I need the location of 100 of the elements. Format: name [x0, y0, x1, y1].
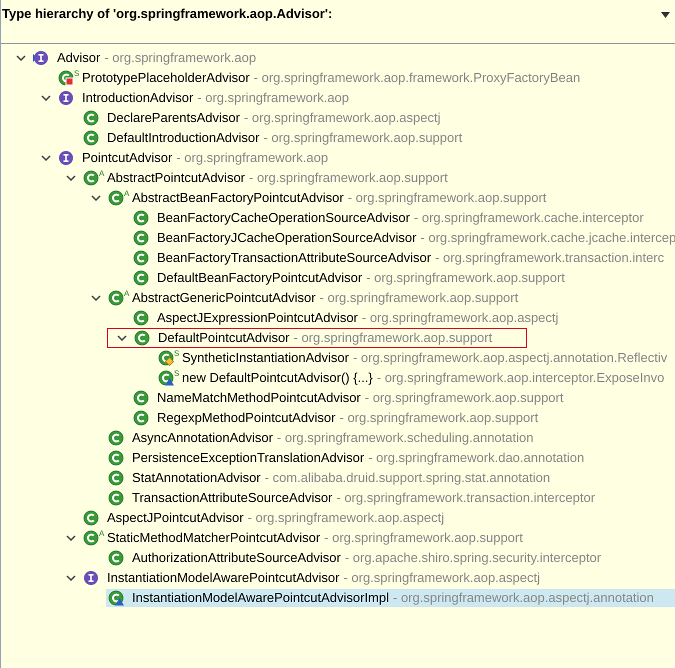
package-name: - com.alibaba.druid.support.spring.stat.annotation — [264, 469, 550, 488]
collapse-chevron-icon[interactable] — [91, 295, 101, 301]
class-icon — [83, 170, 99, 186]
package-name: - org.springframework.aop.aspectj.annotation.Reflectiv — [352, 349, 668, 368]
class-icon — [108, 470, 124, 486]
class-icon — [133, 210, 149, 226]
tree-item[interactable]: BeanFactoryCacheOperationSourceAdvisor - org.springframework.cache.interceptor — [131, 209, 675, 227]
package-name: - org.springframework.aop.support — [364, 389, 564, 408]
tree-item[interactable]: S PrototypePlaceholderAdvisor - org.springframework.aop.framework.ProxyFactoryBean — [56, 69, 675, 87]
package-name: - org.springframework.aop — [197, 89, 350, 108]
tree-item[interactable]: A AbstractPointcutAdvisor - org.springframework.aop.support — [81, 169, 675, 187]
modifier-label: S — [74, 70, 80, 78]
collapse-chevron-icon[interactable] — [66, 535, 76, 541]
modifier-label: S — [174, 370, 180, 378]
package-name: - org.springframework.aop.support — [294, 329, 492, 348]
tree-item[interactable]: NameMatchMethodPointcutAdvisor - org.springframework.aop.support — [131, 389, 675, 407]
package-name: - org.springframework.aop — [176, 149, 328, 168]
class-icon — [134, 330, 150, 346]
package-name: - org.springframework.aop.aspectj — [248, 509, 444, 528]
collapse-chevron-icon[interactable] — [41, 95, 51, 101]
class-icon — [158, 370, 174, 386]
package-name: - org.springframework.cache.interceptor — [414, 209, 644, 228]
class-icon — [158, 350, 174, 366]
package-name: - org.springframework.aop.support — [348, 189, 546, 208]
tree-item[interactable]: DeclareParentsAdvisor - org.springframework.aop.aspectj — [81, 109, 675, 127]
tree-item[interactable]: AsyncAnnotationAdvisor - org.springframework.scheduling.annotation — [106, 429, 675, 447]
header-title: Type hierarchy of 'org.springframework.aop.Advisor': — [2, 5, 332, 23]
class-icon — [133, 390, 149, 406]
tree-item[interactable]: BeanFactoryTransactionAttributeSourceAdvisor - org.springframework.transaction.interc — [131, 249, 675, 267]
modifier-label: S — [174, 350, 180, 358]
collapse-chevron-icon[interactable] — [91, 195, 101, 201]
tree-item[interactable]: Advisor - org.springframework.aop — [31, 49, 675, 67]
package-name: - org.springframework.aop.support — [263, 129, 462, 148]
class-icon — [108, 190, 124, 206]
collapse-chevron-icon[interactable] — [117, 335, 127, 341]
class-icon — [133, 410, 149, 426]
interface-icon — [58, 90, 74, 106]
dropdown-icon[interactable] — [661, 12, 670, 18]
collapse-chevron-icon[interactable] — [66, 175, 76, 181]
package-name: - org.springframework.aop.aspectj.annotation — [393, 589, 654, 608]
tree-item[interactable]: A AbstractGenericPointcutAdvisor - org.springframework.aop.support — [106, 289, 675, 307]
package-name: - org.springframework.aop.support — [324, 529, 523, 548]
package-name: - org.springframework.aop.framework.ProxyFactoryBean — [254, 69, 580, 88]
class-icon — [83, 510, 99, 526]
modifier-label: A — [99, 170, 104, 178]
class-icon — [108, 550, 124, 566]
package-name: - org.springframework.aop.aspectj — [343, 569, 540, 588]
tree-item[interactable]: InstantiationModelAwarePointcutAdvisorImpl - org.springframework.aop.aspectj.annotation — [106, 589, 675, 607]
interface-icon — [58, 150, 74, 166]
package-name: - org.springframework.aop — [104, 49, 256, 68]
modifier-label: A — [124, 190, 130, 198]
tree-item[interactable]: IntroductionAdvisor - org.springframework.aop — [56, 89, 675, 107]
class-icon — [108, 430, 124, 446]
interface-icon — [33, 50, 49, 66]
tree-item[interactable]: DefaultIntroductionAdvisor - org.springframework.aop.support — [81, 129, 675, 147]
class-icon — [83, 130, 99, 146]
package-name: - org.springframework.aop.support — [366, 269, 565, 288]
package-name: - org.springframework.aop.support — [249, 169, 448, 188]
package-name: - org.springframework.dao.annotation — [368, 449, 584, 468]
tree-item[interactable]: StatAnnotationAdvisor - com.alibaba.druid.support.spring.stat.annotation — [106, 469, 675, 487]
interface-icon — [83, 570, 99, 586]
class-icon — [108, 290, 124, 306]
tree-item[interactable]: PersistenceExceptionTranslationAdvisor - org.springframework.dao.annotation — [106, 449, 675, 467]
tree-item[interactable]: AspectJPointcutAdvisor - org.springframework.aop.aspectj — [81, 509, 675, 527]
package-name: - org.springframework.aop.aspectj — [362, 309, 558, 328]
tree-item[interactable]: PointcutAdvisor - org.springframework.aop — [56, 149, 675, 167]
tree-item[interactable]: S SyntheticInstantiationAdvisor - org.springframework.aop.aspectj.annotation.Reflectiv — [156, 349, 675, 367]
tree-item[interactable]: AuthorizationAttributeSourceAdvisor - org.apache.shiro.spring.security.interceptor — [106, 549, 675, 567]
collapse-chevron-icon[interactable] — [41, 155, 51, 161]
class-icon — [133, 310, 149, 326]
tree-item[interactable]: RegexpMethodPointcutAdvisor - org.springframework.aop.support — [131, 409, 675, 427]
class-icon — [108, 450, 124, 466]
package-name: - org.springframework.aop.support — [320, 289, 518, 308]
collapse-chevron-icon[interactable] — [16, 55, 26, 61]
class-icon — [108, 490, 124, 506]
class-icon — [58, 70, 74, 86]
package-name: - org.springframework.aop.interceptor.ExposeInvo — [376, 369, 664, 388]
class-icon — [83, 530, 99, 546]
package-name: - org.springframework.aop.aspectj — [244, 109, 440, 128]
collapse-chevron-icon[interactable] — [66, 575, 76, 581]
tree-item[interactable]: DefaultBeanFactoryPointcutAdvisor - org.springframework.aop.support — [131, 269, 675, 287]
class-icon — [133, 270, 149, 286]
tree-item[interactable]: A StaticMethodMatcherPointcutAdvisor - org.springframework.aop.support — [81, 529, 675, 547]
package-name: - org.apache.shiro.spring.security.interceptor — [344, 549, 602, 568]
tree-item[interactable]: A AbstractBeanFactoryPointcutAdvisor - org.springframework.aop.support — [106, 189, 675, 207]
tree-item[interactable]: S new DefaultPointcutAdvisor() {...} - org.springframework.aop.interceptor.ExposeInvo — [156, 369, 675, 387]
package-name: - org.springframework.transaction.interceptor — [336, 489, 596, 508]
tree-item[interactable]: AspectJExpressionPointcutAdvisor - org.springframework.aop.aspectj — [131, 309, 675, 327]
class-icon — [133, 230, 149, 246]
tree-item[interactable]: TransactionAttributeSourceAdvisor - org.springframework.transaction.interceptor — [106, 489, 675, 507]
modifier-label: A — [99, 530, 104, 538]
class-icon — [133, 250, 149, 266]
tree-item[interactable]: InstantiationModelAwarePointcutAdvisor - org.springframework.aop.aspectj — [81, 569, 675, 587]
package-name: - org.springframework.transaction.interc — [435, 249, 664, 268]
modifier-label: A — [124, 290, 130, 298]
package-name: - org.springframework.aop.support — [340, 409, 538, 428]
tree-item[interactable]: DefaultPointcutAdvisor - org.springframework.aop.support — [132, 329, 494, 347]
class-icon — [83, 110, 99, 126]
class-icon — [108, 590, 124, 606]
package-name: - org.springframework.scheduling.annotation — [276, 429, 534, 448]
